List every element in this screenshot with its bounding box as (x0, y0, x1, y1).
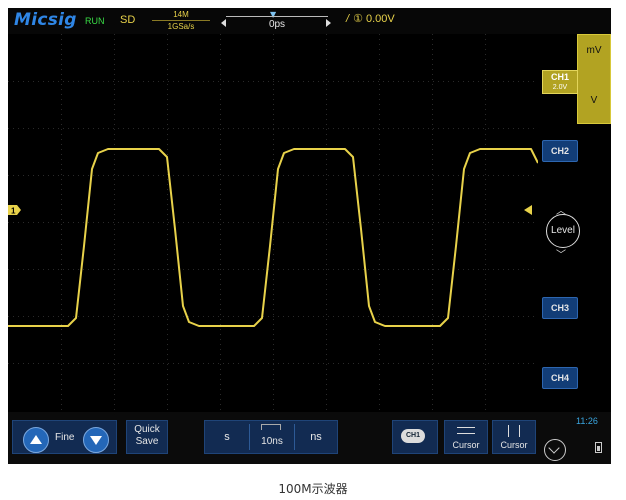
timebase-s-button[interactable]: s (205, 431, 249, 443)
horizontal-delay-control[interactable]: 0ps (220, 13, 334, 31)
delay-right-arrow-icon[interactable] (326, 19, 331, 27)
acquisition-info[interactable]: 14M 1GSa/s (146, 10, 216, 31)
ch3-button[interactable]: CH3 (542, 297, 578, 319)
horizontal-delay-value: 0ps (268, 19, 286, 30)
waveform-grid[interactable] (8, 34, 538, 410)
up-arrow-button[interactable] (23, 427, 49, 453)
level-knob[interactable]: Level (546, 214, 580, 248)
memory-depth: 14M (173, 10, 189, 19)
ch1-toggle-icon: CH1 (401, 429, 425, 443)
trigger-slope-icon: / (346, 13, 350, 25)
fine-adjust-group: Fine (12, 420, 117, 454)
ruler-icon (261, 424, 281, 430)
unit-selector[interactable]: mV V (577, 34, 611, 124)
channel-display-button[interactable]: CH1 (392, 420, 438, 454)
fine-label[interactable]: Fine (55, 432, 74, 443)
channel-panel: mV V CH1 2.0V CH2 ︿ Level ﹀ CH3 CH4 (534, 34, 611, 410)
quick-save-button[interactable]: Quick Save (126, 420, 168, 454)
ch4-button[interactable]: CH4 (542, 367, 578, 389)
ch1-button[interactable]: CH1 2.0V (542, 70, 578, 94)
ch1-offset-marker[interactable]: 1 (8, 203, 22, 217)
menu-expand-icon[interactable] (544, 439, 566, 461)
run-state-indicator[interactable]: RUN (85, 16, 105, 26)
vertical-cursor-button[interactable]: Cursor (492, 420, 536, 454)
unit-mv[interactable]: mV (578, 45, 610, 56)
trigger-level: 0.00V (366, 13, 395, 25)
horizontal-cursor-button[interactable]: Cursor (444, 420, 488, 454)
timebase-group: s 10ns ns (204, 420, 338, 454)
sample-rate: 1GSa/s (167, 22, 195, 31)
svg-text:1: 1 (11, 207, 16, 216)
top-status-bar: Micsig RUN SD 14M 1GSa/s ▼ 0ps / ① 0.00V (8, 8, 611, 34)
oscilloscope-screen: Micsig RUN SD 14M 1GSa/s ▼ 0ps / ① 0.00V … (8, 8, 611, 464)
acquisition-mode[interactable]: SD (120, 14, 135, 26)
clock: 11:26 (576, 416, 598, 426)
level-down-icon[interactable]: ﹀ (556, 246, 566, 261)
timebase-value[interactable]: 10ns (250, 436, 294, 447)
down-arrow-button[interactable] (83, 427, 109, 453)
image-caption: 100M示波器 (278, 482, 348, 496)
battery-icon (595, 442, 602, 453)
trigger-info[interactable]: / ① 0.00V (346, 12, 395, 25)
ch2-button[interactable]: CH2 (542, 140, 578, 162)
bottom-toolbar: Fine Quick Save s 10ns ns CH1 Cursor Cur… (8, 412, 611, 464)
unit-v[interactable]: V (578, 95, 610, 106)
timebase-ns-button[interactable]: ns (295, 431, 337, 443)
ch1-scale: 2.0V (552, 84, 568, 91)
brand-logo: Micsig (14, 10, 77, 30)
delay-left-arrow-icon[interactable] (221, 19, 226, 27)
trigger-source: ① (353, 13, 363, 25)
trigger-level-arrow-icon[interactable] (524, 205, 532, 215)
